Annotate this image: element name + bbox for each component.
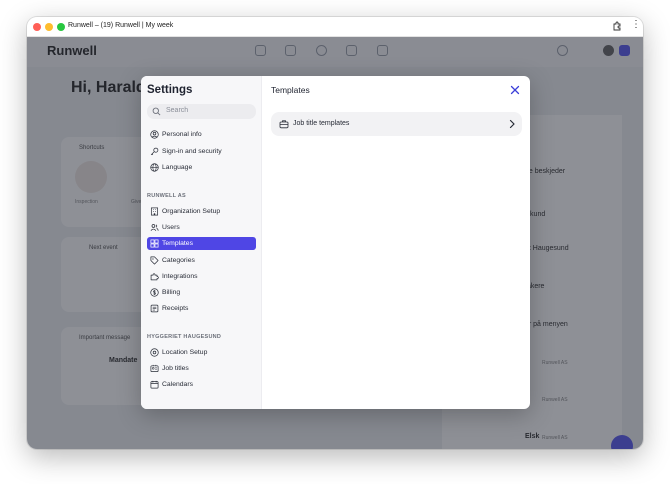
window-title: Runwell – (19) Runwell | My week — [68, 22, 174, 29]
building-icon — [150, 207, 159, 216]
sidebar-item-label: Personal info — [162, 130, 202, 138]
sidebar-item-calendars[interactable]: Calendars — [147, 378, 256, 391]
chevron-right-icon — [509, 119, 515, 129]
id-badge-icon — [150, 364, 159, 373]
sidebar-item-label: Language — [162, 163, 193, 171]
sidebar-item-language[interactable]: Language — [147, 161, 256, 174]
location-pin-icon — [150, 348, 159, 357]
section-label-organization: RUNWELL AS — [147, 193, 186, 199]
sidebar-item-templates[interactable]: Templates — [147, 237, 256, 250]
page-title: Templates — [271, 85, 310, 95]
maximize-window-button[interactable] — [57, 23, 65, 31]
receipt-icon — [150, 304, 159, 313]
close-icon[interactable] — [510, 85, 520, 95]
settings-title: Settings — [147, 84, 193, 96]
puzzle-icon — [150, 273, 159, 281]
sidebar-item-receipts[interactable]: Receipts — [147, 302, 256, 315]
browser-window: Runwell – (19) Runwell | My week ⋮ Runwe… — [27, 17, 643, 449]
search-icon — [152, 107, 161, 116]
minimize-window-button[interactable] — [45, 23, 53, 31]
tag-icon — [150, 256, 159, 265]
calendar-icon — [150, 380, 159, 389]
sidebar-item-categories[interactable]: Categories — [147, 254, 256, 267]
settings-modal: Settings Search Personal info Sign-in an… — [141, 76, 530, 409]
search-input[interactable]: Search — [166, 107, 188, 114]
sidebar-item-label: Calendars — [162, 380, 193, 388]
extensions-icon[interactable] — [612, 21, 622, 31]
job-title-templates-row[interactable]: Job title templates — [271, 112, 522, 136]
sidebar-item-location-setup[interactable]: Location Setup — [147, 346, 256, 359]
sidebar-item-sign-in-security[interactable]: Sign-in and security — [147, 145, 256, 158]
dollar-icon — [150, 288, 159, 297]
user-circle-icon — [150, 130, 159, 139]
settings-content: Templates Job title templates — [263, 76, 530, 409]
sidebar-item-label: Users — [162, 223, 180, 231]
settings-sidebar: Settings Search Personal info Sign-in an… — [141, 76, 262, 409]
sidebar-item-label: Receipts — [162, 304, 189, 312]
sidebar-item-label: Organization Setup — [162, 207, 221, 215]
title-bar: Runwell – (19) Runwell | My week ⋮ — [27, 17, 643, 37]
sidebar-item-label: Categories — [162, 256, 195, 264]
sidebar-item-integrations[interactable]: Integrations — [147, 270, 256, 283]
key-icon — [150, 147, 159, 156]
briefcase-icon — [279, 120, 289, 129]
sidebar-item-label: Location Setup — [162, 348, 208, 356]
sidebar-item-label: Integrations — [162, 272, 198, 280]
sidebar-item-personal-info[interactable]: Personal info — [147, 128, 256, 141]
more-options-icon[interactable]: ⋮ — [631, 20, 641, 30]
globe-icon — [150, 163, 159, 172]
close-window-button[interactable] — [33, 23, 41, 31]
section-label-location: HYGGERIET HAUGESUND — [147, 334, 222, 340]
templates-icon — [150, 239, 159, 248]
sidebar-item-label: Job titles — [162, 364, 189, 372]
template-row-label: Job title templates — [293, 120, 350, 127]
sidebar-item-billing[interactable]: Billing — [147, 286, 256, 299]
settings-search[interactable]: Search — [147, 104, 256, 119]
sidebar-item-users[interactable]: Users — [147, 221, 256, 234]
users-icon — [150, 224, 159, 231]
sidebar-item-label: Billing — [162, 288, 181, 296]
sidebar-item-organization-setup[interactable]: Organization Setup — [147, 205, 256, 218]
sidebar-item-label: Templates — [162, 239, 193, 247]
sidebar-item-job-titles[interactable]: Job titles — [147, 362, 256, 375]
sidebar-item-label: Sign-in and security — [162, 147, 222, 155]
